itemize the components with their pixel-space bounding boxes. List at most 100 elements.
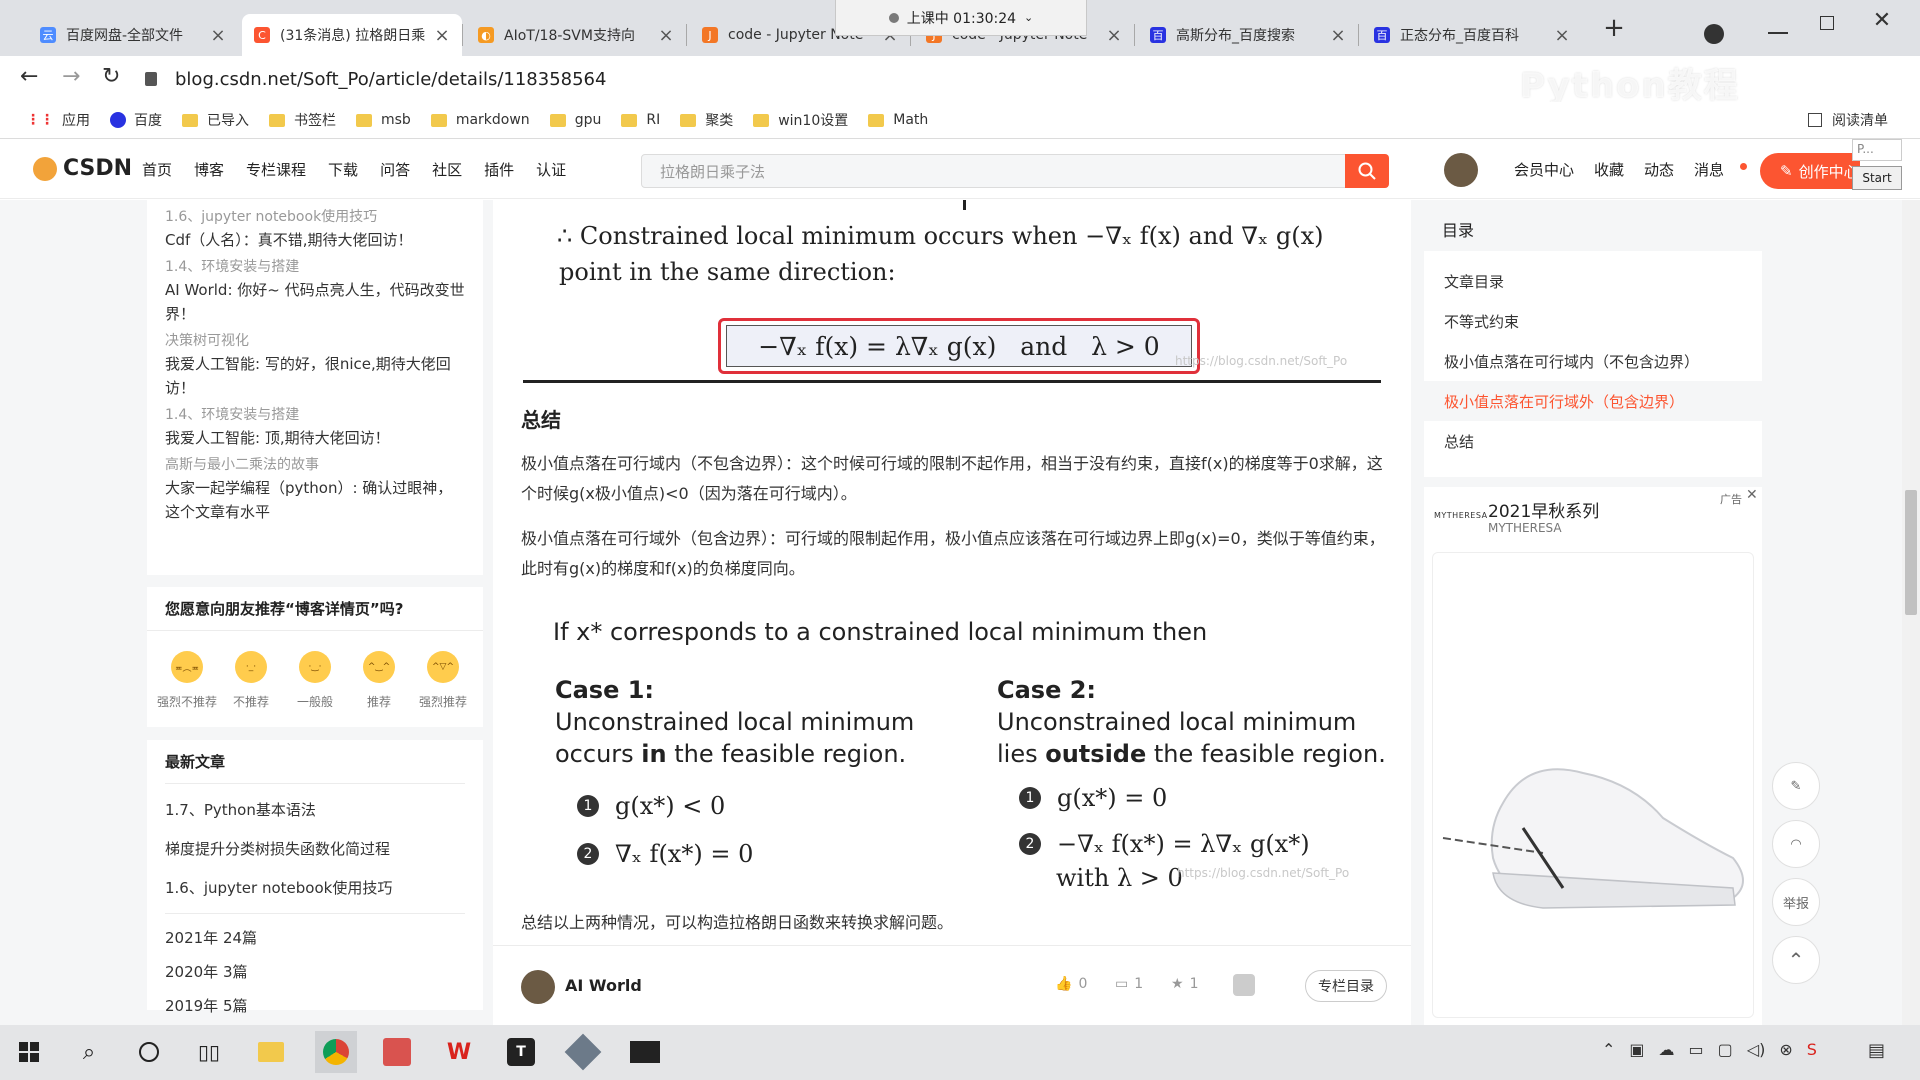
volume-icon[interactable]: ◁) — [1747, 1040, 1766, 1059]
bookmark-item[interactable]: gpu — [549, 112, 601, 128]
csdn-nav-item[interactable]: 博客 — [194, 159, 224, 180]
bookmark-item[interactable]: 已导入 — [182, 110, 249, 130]
task-view-icon[interactable]: ▯▯ — [188, 1031, 230, 1073]
search-icon[interactable]: ⌕ — [68, 1031, 110, 1073]
toc-item[interactable]: 极小值点落在可行域内（不包含边界） — [1424, 341, 1762, 381]
rating-option[interactable]: ^‿^ 推荐 — [349, 651, 409, 710]
virtual-box-icon[interactable] — [562, 1031, 604, 1073]
latest-article-link[interactable]: 梯度提升分类树损失函数化简过程 — [165, 829, 465, 868]
user-avatar[interactable] — [1444, 153, 1478, 187]
recording-indicator[interactable]: 上课中 01:30:24 ⌄ — [835, 0, 1087, 36]
csdn-user-nav-item[interactable]: 会员中心 — [1514, 159, 1574, 180]
bookmark-item[interactable]: markdown — [430, 112, 530, 128]
comment-article-title[interactable]: 高斯与最小二乘法的故事 — [165, 454, 465, 476]
favorite-button[interactable]: ★ 1 — [1171, 976, 1198, 992]
typora-icon[interactable]: T — [500, 1031, 542, 1073]
close-tab-icon[interactable]: × — [658, 25, 674, 46]
comment-item[interactable]: 1.4、环境安装与搭建 我爱人工智能: 顶,期待大佬回访！ — [165, 404, 465, 450]
cortana-icon[interactable] — [128, 1031, 170, 1073]
author-name[interactable]: AI World — [565, 976, 642, 995]
file-explorer-icon[interactable] — [250, 1031, 292, 1073]
bookmark-item[interactable]: win10设置 — [753, 110, 848, 130]
address-bar[interactable]: blog.csdn.net/Soft_Po/article/details/11… — [145, 62, 1745, 96]
comment-article-title[interactable]: 1.6、jupyter notebook使用技巧 — [165, 206, 465, 228]
create-center-button[interactable]: ✎ 创作中心 — [1760, 153, 1860, 189]
close-circle-icon[interactable]: ⊗ — [1779, 1040, 1792, 1059]
comment-article-title[interactable]: 1.4、环境安装与搭建 — [165, 404, 465, 426]
like-button[interactable]: 👍 0 — [1055, 976, 1087, 992]
back-icon[interactable]: ← — [20, 64, 38, 89]
wps-icon[interactable]: W — [438, 1031, 480, 1073]
comment-item[interactable]: 1.4、环境安装与搭建 AI World: 你好~ 代码点亮人生，代码改变世界！ — [165, 256, 465, 326]
bookmark-item[interactable]: RI — [621, 112, 660, 128]
start-button[interactable]: Start — [1852, 166, 1902, 190]
rating-option[interactable]: ≖︵≖ 强烈不推荐 — [157, 651, 217, 710]
csdn-user-nav-item[interactable]: 收藏 — [1594, 159, 1624, 180]
sogou-icon[interactable]: S — [1807, 1040, 1817, 1059]
close-tab-icon[interactable]: × — [210, 25, 226, 46]
new-tab-button[interactable]: + — [1600, 14, 1628, 42]
toc-item[interactable]: 文章目录 — [1424, 261, 1762, 301]
close-ad-icon[interactable]: ✕ — [1746, 487, 1758, 503]
browser-tab[interactable]: 百高斯分布_百度搜索 × — [1138, 14, 1358, 56]
csdn-nav-item[interactable]: 下载 — [328, 159, 358, 180]
browser-tab[interactable]: C (31条消息) 拉格朗日乘 × — [242, 14, 462, 56]
chrome-icon[interactable] — [315, 1031, 357, 1073]
bookmark-item[interactable]: 百度 — [110, 110, 162, 130]
comment-item[interactable]: 1.6、jupyter notebook使用技巧 Cdf（人名）：真不错,期待大佬… — [165, 206, 465, 252]
bookmark-item[interactable]: msb — [356, 112, 411, 128]
browser-tab[interactable]: 百正态分布_百度百科 × — [1362, 14, 1582, 56]
support-button[interactable]: ◠ — [1772, 820, 1820, 868]
latest-article-link[interactable]: 1.6、jupyter notebook使用技巧 — [165, 868, 465, 907]
archive-year-link[interactable]: 2019年 5篇 — [165, 988, 325, 1022]
comment-article-title[interactable]: 决策树可视化 — [165, 330, 465, 352]
rating-option[interactable]: ·_· 不推荐 — [221, 651, 281, 710]
bookmark-item[interactable]: Math — [868, 112, 928, 128]
close-tab-icon[interactable]: × — [434, 25, 450, 46]
column-catalog-button[interactable]: 专栏目录 — [1305, 970, 1387, 1002]
reading-list-button[interactable]: 阅读清单 — [1808, 110, 1888, 130]
ad-image[interactable] — [1432, 552, 1754, 1018]
csdn-nav-item[interactable]: 首页 — [142, 159, 172, 180]
ad-card[interactable]: MYTHERESA 2021早秋系列 MYTHERESA 广告 ✕ — [1424, 487, 1762, 1025]
reload-icon[interactable]: ↻ — [102, 64, 120, 89]
profile-dropdown-icon[interactable] — [1704, 24, 1724, 44]
csdn-nav-item[interactable]: 插件 — [484, 159, 514, 180]
system-tray[interactable]: ⌃ ▣ ☁ ▭ ▢ ◁) ⊗ S — [1602, 1040, 1817, 1059]
search-button[interactable] — [1345, 154, 1389, 188]
author-avatar[interactable] — [521, 970, 555, 1004]
edit-tool-button[interactable]: ✎ — [1772, 762, 1820, 810]
csdn-user-nav-item[interactable]: 动态 — [1644, 159, 1674, 180]
report-button[interactable]: 举报 — [1772, 878, 1820, 926]
toc-item[interactable]: 极小值点落在可行域外（包含边界） — [1424, 381, 1762, 421]
csdn-logo[interactable]: CSDN — [33, 156, 132, 181]
display-icon[interactable]: ▭ — [1689, 1040, 1704, 1059]
bookmark-item[interactable]: ⋮⋮ 应用 — [26, 110, 90, 130]
latest-article-link[interactable]: 1.7、Python基本语法 — [165, 790, 465, 829]
comment-button[interactable]: ▭ 1 — [1115, 976, 1143, 992]
browser-tab[interactable]: ◐ AIoT/18-SVM支持向 × — [466, 14, 686, 56]
comment-item[interactable]: 决策树可视化 我爱人工智能: 写的好，很nice,期待大佬回访！ — [165, 330, 465, 400]
cloud-icon[interactable]: ☁ — [1659, 1040, 1675, 1059]
chevron-up-icon[interactable]: ⌃ — [1602, 1040, 1615, 1059]
toc-item[interactable]: 总结 — [1424, 421, 1762, 461]
csdn-nav-item[interactable]: 社区 — [432, 159, 462, 180]
close-tab-icon[interactable]: × — [1330, 25, 1346, 46]
close-tab-icon[interactable]: × — [1554, 25, 1570, 46]
close-window-button[interactable]: ✕ — [1870, 8, 1894, 36]
archive-year-link[interactable]: 2021年 24篇 — [165, 920, 325, 954]
network-icon[interactable]: ▣ — [1629, 1040, 1644, 1059]
archive-year-link[interactable]: 2020年 3篇 — [165, 954, 325, 988]
notification-icon[interactable]: ▤ — [1868, 1040, 1885, 1061]
scrollbar-thumb[interactable] — [1905, 490, 1917, 615]
rating-option[interactable]: ^▽^ 强烈推荐 — [413, 651, 473, 710]
back-to-top-button[interactable]: ⌃ — [1772, 936, 1820, 984]
csdn-nav-item[interactable]: 问答 — [380, 159, 410, 180]
bookmark-item[interactable]: 书签栏 — [269, 110, 336, 130]
close-tab-icon[interactable]: × — [1106, 25, 1122, 46]
rating-option[interactable]: ·‿· 一般般 — [285, 651, 345, 710]
forward-icon[interactable]: → — [62, 64, 80, 89]
windows-start-icon[interactable] — [8, 1031, 50, 1073]
image-app-icon[interactable] — [376, 1031, 418, 1073]
toc-item[interactable]: 不等式约束 — [1424, 301, 1762, 341]
